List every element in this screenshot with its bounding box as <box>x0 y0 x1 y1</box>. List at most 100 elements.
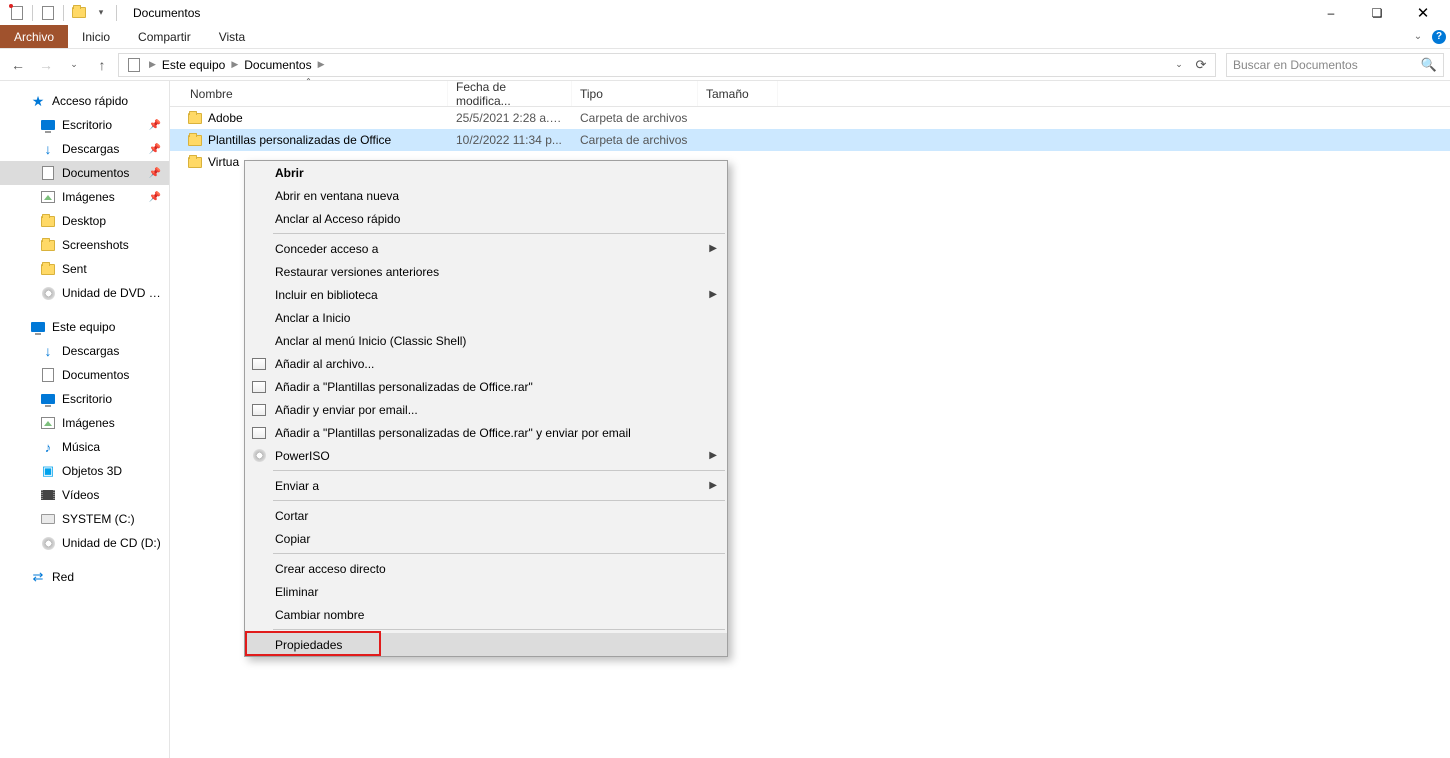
folder-icon <box>188 113 202 124</box>
chevron-right-icon[interactable]: ▶ <box>229 59 240 70</box>
sidebar-quick-access[interactable]: ★ Acceso rápido <box>0 89 169 113</box>
chevron-right-icon: ▶ <box>709 450 717 461</box>
sidebar-item-desktop[interactable]: Desktop <box>0 209 169 233</box>
col-header-size[interactable]: Tamaño <box>698 81 778 106</box>
help-button[interactable]: ? <box>1428 25 1450 48</box>
sidebar-item-sent[interactable]: Sent <box>0 257 169 281</box>
file-row[interactable]: Adobe 25/5/2021 2:28 a. m. Carpeta de ar… <box>170 107 1450 129</box>
ctx-open[interactable]: Abrir <box>245 161 727 184</box>
tab-archivo[interactable]: Archivo <box>0 25 68 48</box>
sidebar-item-documentos[interactable]: Documentos 📌 <box>0 161 169 185</box>
ctx-pin-start[interactable]: Anclar a Inicio <box>245 306 727 329</box>
address-folder-icon <box>125 56 143 74</box>
ctx-poweriso[interactable]: PowerISO▶ <box>245 444 727 467</box>
tab-vista[interactable]: Vista <box>205 25 259 48</box>
maximize-button[interactable]: ❏ <box>1354 0 1400 25</box>
chevron-right-icon[interactable]: ▶ <box>147 59 158 70</box>
ctx-add-archive[interactable]: Añadir al archivo... <box>245 352 727 375</box>
sidebar-item-descargas[interactable]: ↓ Descargas 📌 <box>0 137 169 161</box>
tab-inicio[interactable]: Inicio <box>68 25 124 48</box>
help-icon: ? <box>1432 30 1446 44</box>
sidebar-item-dvd[interactable]: Unidad de DVD RW <box>0 281 169 305</box>
sidebar-item-screenshots[interactable]: Screenshots <box>0 233 169 257</box>
ctx-create-shortcut[interactable]: Crear acceso directo <box>245 557 727 580</box>
ctx-send-to[interactable]: Enviar a▶ <box>245 474 727 497</box>
search-icon: 🔍 <box>1421 57 1437 73</box>
ctx-grant-access[interactable]: Conceder acceso a▶ <box>245 237 727 260</box>
sidebar-item-documentos-pc[interactable]: Documentos <box>0 363 169 387</box>
nav-toolbar: ← → ⌄ ↑ ▶ Este equipo ▶ Documentos ▶ ⌄ ⟳… <box>0 49 1450 81</box>
sort-indicator-icon: ⌃ <box>305 77 312 86</box>
sidebar-item-system-c[interactable]: SYSTEM (C:) <box>0 507 169 531</box>
qat-separator <box>63 5 64 21</box>
pin-icon: 📌 <box>149 120 161 131</box>
ctx-add-email[interactable]: Añadir y enviar por email... <box>245 398 727 421</box>
address-bar[interactable]: ▶ Este equipo ▶ Documentos ▶ ⌄ ⟳ <box>118 53 1216 77</box>
ctx-include-library[interactable]: Incluir en biblioteca▶ <box>245 283 727 306</box>
ctx-cut[interactable]: Cortar <box>245 504 727 527</box>
pc-icon <box>30 319 46 335</box>
breadcrumb-item[interactable]: Documentos <box>240 58 315 72</box>
ctx-separator <box>273 470 725 471</box>
ctx-properties[interactable]: Propiedades <box>245 633 727 656</box>
breadcrumb-item[interactable]: Este equipo <box>158 58 229 72</box>
close-button[interactable]: ✕ <box>1400 0 1446 25</box>
col-header-date[interactable]: Fecha de modifica... <box>448 81 572 106</box>
sidebar-item-musica[interactable]: ♪ Música <box>0 435 169 459</box>
ctx-separator <box>273 500 725 501</box>
col-header-name[interactable]: ⌃ Nombre <box>170 81 448 106</box>
sidebar-item-imagenes[interactable]: Imágenes 📌 <box>0 185 169 209</box>
address-dropdown-icon[interactable]: ⌄ <box>1169 54 1189 76</box>
search-placeholder: Buscar en Documentos <box>1233 58 1358 72</box>
col-header-type[interactable]: Tipo <box>572 81 698 106</box>
disc-icon <box>40 285 56 301</box>
qat-newfolder-icon[interactable] <box>39 4 57 22</box>
nav-history-dropdown[interactable]: ⌄ <box>62 53 86 77</box>
archive-icon <box>251 379 267 395</box>
ctx-pin-quick-access[interactable]: Anclar al Acceso rápido <box>245 207 727 230</box>
desktop-icon <box>40 391 56 407</box>
sidebar-this-pc[interactable]: Este equipo <box>0 315 169 339</box>
sidebar-item-imagenes-pc[interactable]: Imágenes <box>0 411 169 435</box>
refresh-button[interactable]: ⟳ <box>1189 54 1213 76</box>
qat-separator <box>116 5 117 21</box>
quick-access-toolbar: ▾ <box>4 4 123 22</box>
sidebar-item-escritorio-pc[interactable]: Escritorio <box>0 387 169 411</box>
nav-sidebar: ★ Acceso rápido Escritorio 📌 ↓ Descargas… <box>0 81 170 758</box>
ctx-pin-classic-shell[interactable]: Anclar al menú Inicio (Classic Shell) <box>245 329 727 352</box>
qat-separator <box>32 5 33 21</box>
nav-up-button[interactable]: ↑ <box>90 53 114 77</box>
ctx-copy[interactable]: Copiar <box>245 527 727 550</box>
chevron-right-icon[interactable]: ▶ <box>316 59 327 70</box>
qat-properties-icon[interactable] <box>8 4 26 22</box>
sidebar-item-objetos3d[interactable]: ▣ Objetos 3D <box>0 459 169 483</box>
desktop-icon <box>40 117 56 133</box>
pin-icon: 📌 <box>149 168 161 179</box>
minimize-button[interactable]: – <box>1308 0 1354 25</box>
sidebar-item-videos[interactable]: Vídeos <box>0 483 169 507</box>
ribbon-collapse-icon[interactable]: ⌄ <box>1408 25 1428 48</box>
sidebar-item-cd-d[interactable]: Unidad de CD (D:) <box>0 531 169 555</box>
nav-back-button[interactable]: ← <box>6 53 30 77</box>
ctx-rename[interactable]: Cambiar nombre <box>245 603 727 626</box>
ctx-restore-versions[interactable]: Restaurar versiones anteriores <box>245 260 727 283</box>
drive-icon <box>40 511 56 527</box>
file-row[interactable]: Plantillas personalizadas de Office 10/2… <box>170 129 1450 151</box>
column-headers: ⌃ Nombre Fecha de modifica... Tipo Tamañ… <box>170 81 1450 107</box>
search-input[interactable]: Buscar en Documentos 🔍 <box>1226 53 1444 77</box>
document-icon <box>40 367 56 383</box>
ctx-open-new-window[interactable]: Abrir en ventana nueva <box>245 184 727 207</box>
qat-folder-icon[interactable] <box>70 4 88 22</box>
tab-compartir[interactable]: Compartir <box>124 25 205 48</box>
ctx-add-rar[interactable]: Añadir a "Plantillas personalizadas de O… <box>245 375 727 398</box>
chevron-right-icon: ▶ <box>709 289 717 300</box>
qat-dropdown-icon[interactable]: ▾ <box>92 4 110 22</box>
download-icon: ↓ <box>40 141 56 157</box>
ctx-delete[interactable]: Eliminar <box>245 580 727 603</box>
sidebar-network[interactable]: ⇄ Red <box>0 565 169 589</box>
image-icon <box>40 189 56 205</box>
ctx-add-rar-email[interactable]: Añadir a "Plantillas personalizadas de O… <box>245 421 727 444</box>
sidebar-item-descargas-pc[interactable]: ↓ Descargas <box>0 339 169 363</box>
nav-forward-button[interactable]: → <box>34 53 58 77</box>
sidebar-item-escritorio[interactable]: Escritorio 📌 <box>0 113 169 137</box>
